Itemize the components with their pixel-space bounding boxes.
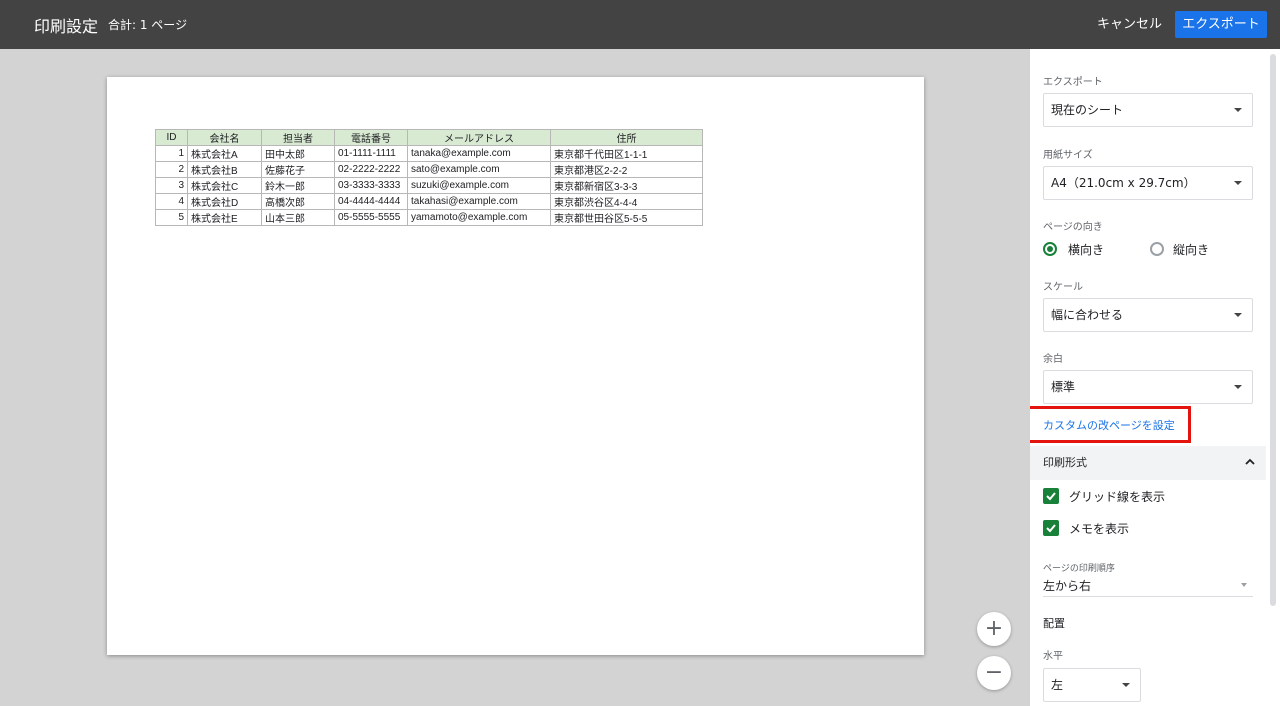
checkmark-icon — [1046, 524, 1056, 533]
checkmark-icon — [1046, 492, 1056, 501]
dropdown-arrow-icon — [1241, 583, 1247, 587]
plus-icon: + — [984, 616, 1004, 641]
table-cell: 04-4444-4444 — [334, 193, 408, 210]
table-cell: 2 — [155, 161, 188, 178]
gridlines-label: グリッド線を表示 — [1069, 490, 1166, 504]
table-cell: tanaka@example.com — [407, 145, 551, 162]
table-cell: yamamoto@example.com — [407, 209, 551, 226]
zoom-in-button[interactable]: + — [977, 612, 1011, 646]
table-cell: 3 — [155, 177, 188, 194]
notes-checkbox[interactable] — [1043, 520, 1059, 536]
landscape-label: 横向き — [1068, 243, 1105, 257]
scale-select[interactable]: 幅に合わせる — [1043, 298, 1253, 332]
table-cell: 高橋次郎 — [261, 193, 335, 210]
table-cell: 05-5555-5555 — [334, 209, 408, 226]
table-cell: 01-1111-1111 — [334, 145, 408, 162]
table-row: 4 株式会社D 高橋次郎 04-4444-4444 takahasi@examp… — [155, 193, 703, 210]
preview-page: ID 会社名 担当者 電話番号 メールアドレス 住所 1 株式会社A 田中太郎 … — [107, 77, 924, 655]
page-count: 合計: 1 ページ — [108, 18, 188, 32]
table-row: 3 株式会社C 鈴木一郎 03-3333-3333 suzuki@example… — [155, 177, 703, 194]
table-cell: 佐藤花子 — [261, 161, 335, 178]
horizontal-label: 水平 — [1043, 651, 1063, 662]
zoom-out-button[interactable]: − — [977, 656, 1011, 690]
paper-size-value: A4（21.0cm x 29.7cm） — [1051, 176, 1196, 190]
layout-title: 配置 — [1043, 617, 1065, 630]
page-order-label: ページの印刷順序 — [1043, 564, 1115, 574]
margin-value: 標準 — [1051, 380, 1076, 394]
scale-value: 幅に合わせる — [1051, 308, 1124, 322]
table-row: 2 株式会社B 佐藤花子 02-2222-2222 sato@example.c… — [155, 161, 703, 178]
chevron-up-icon — [1245, 458, 1255, 465]
cancel-button[interactable]: キャンセル — [1097, 11, 1162, 38]
column-header: ID — [155, 129, 188, 146]
table-row: 1 株式会社A 田中太郎 01-1111-1111 tanaka@example… — [155, 145, 703, 162]
custom-page-break-link[interactable]: カスタムの改ページを設定 — [1043, 417, 1175, 433]
print-format-section-header[interactable]: 印刷形式 — [1030, 446, 1266, 480]
portrait-label: 縦向き — [1173, 243, 1210, 257]
table-cell: 株式会社C — [187, 177, 262, 194]
table-cell: 東京都港区2-2-2 — [550, 161, 703, 178]
dropdown-arrow-icon — [1234, 181, 1242, 185]
portrait-radio[interactable] — [1150, 242, 1164, 256]
dropdown-arrow-icon — [1122, 683, 1130, 687]
page-order-select[interactable]: 左から右 — [1043, 577, 1253, 597]
table-cell: 株式会社E — [187, 209, 262, 226]
print-format-title: 印刷形式 — [1043, 456, 1087, 469]
table-cell: 03-3333-3333 — [334, 177, 408, 194]
column-header: 担当者 — [261, 129, 335, 146]
export-button[interactable]: エクスポート — [1175, 11, 1267, 38]
print-preview-area: ID 会社名 担当者 電話番号 メールアドレス 住所 1 株式会社A 田中太郎 … — [0, 49, 1030, 706]
margin-label: 余白 — [1043, 354, 1063, 365]
page-order-value: 左から右 — [1043, 579, 1092, 593]
table-cell: 東京都千代田区1-1-1 — [550, 145, 703, 162]
gridlines-checkbox[interactable] — [1043, 488, 1059, 504]
column-header: メールアドレス — [407, 129, 551, 146]
horizontal-align-select[interactable]: 左 — [1043, 668, 1141, 702]
notes-label: メモを表示 — [1069, 522, 1130, 536]
landscape-radio[interactable] — [1043, 242, 1057, 256]
scale-label: スケール — [1043, 282, 1083, 293]
column-header: 会社名 — [187, 129, 262, 146]
paper-size-select[interactable]: A4（21.0cm x 29.7cm） — [1043, 166, 1253, 200]
column-header: 電話番号 — [334, 129, 408, 146]
table-cell: 1 — [155, 145, 188, 162]
table-cell: 東京都新宿区3-3-3 — [550, 177, 703, 194]
page-title: 印刷設定 — [34, 17, 99, 36]
dropdown-arrow-icon — [1234, 108, 1242, 112]
minus-icon: − — [984, 660, 1004, 685]
table-cell: 株式会社B — [187, 161, 262, 178]
table-cell: suzuki@example.com — [407, 177, 551, 194]
horizontal-align-value: 左 — [1051, 678, 1064, 692]
dropdown-arrow-icon — [1234, 313, 1242, 317]
table-cell: 株式会社A — [187, 145, 262, 162]
table-cell: 田中太郎 — [261, 145, 335, 162]
export-scope-label: エクスポート — [1043, 77, 1103, 88]
margin-select[interactable]: 標準 — [1043, 370, 1253, 404]
table-cell: 東京都世田谷区5-5-5 — [550, 209, 703, 226]
column-header: 住所 — [550, 129, 703, 146]
top-bar: 印刷設定 合計: 1 ページ キャンセル エクスポート — [0, 0, 1280, 49]
dropdown-arrow-icon — [1234, 385, 1242, 389]
sidebar-scrollbar[interactable] — [1270, 54, 1276, 606]
table-cell: 5 — [155, 209, 188, 226]
orientation-group: 横向き 縦向き — [1043, 240, 1263, 258]
table-cell: takahasi@example.com — [407, 193, 551, 210]
table-row: 5 株式会社E 山本三郎 05-5555-5555 yamamoto@examp… — [155, 209, 703, 226]
paper-size-label: 用紙サイズ — [1043, 150, 1093, 161]
preview-table: ID 会社名 担当者 電話番号 メールアドレス 住所 1 株式会社A 田中太郎 … — [155, 129, 703, 226]
table-cell: 02-2222-2222 — [334, 161, 408, 178]
table-header-row: ID 会社名 担当者 電話番号 メールアドレス 住所 — [155, 129, 703, 146]
export-scope-value: 現在のシート — [1051, 103, 1124, 117]
orientation-label: ページの向き — [1043, 222, 1103, 233]
table-cell: 山本三郎 — [261, 209, 335, 226]
table-cell: 鈴木一郎 — [261, 177, 335, 194]
settings-sidebar: エクスポート 現在のシート 用紙サイズ A4（21.0cm x 29.7cm） … — [1030, 49, 1280, 706]
export-scope-select[interactable]: 現在のシート — [1043, 93, 1253, 127]
table-cell: 4 — [155, 193, 188, 210]
table-cell: 株式会社D — [187, 193, 262, 210]
table-cell: sato@example.com — [407, 161, 551, 178]
table-cell: 東京都渋谷区4-4-4 — [550, 193, 703, 210]
